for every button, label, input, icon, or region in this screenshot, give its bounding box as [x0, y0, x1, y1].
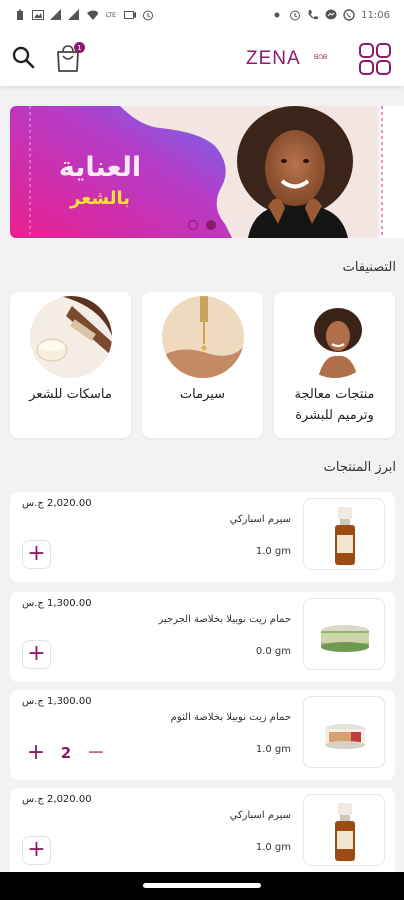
- product-price: 1,300.00 ج.س: [22, 696, 92, 707]
- category-card-skin[interactable]: منتجات معالجة وترميم للبشرة: [274, 292, 395, 438]
- battery-icon: [14, 9, 26, 21]
- product-card[interactable]: 2,020.00 ج.س سيرم اسباركي 1.0 gm +: [10, 492, 395, 582]
- phone-icon: [307, 9, 319, 21]
- status-time: 11:06: [361, 9, 390, 21]
- signal-icon: [50, 9, 62, 21]
- product-card[interactable]: 2,020.00 ج.س سيرم اسباركي 1.0 gm +: [10, 788, 395, 878]
- messenger-icon: [325, 9, 337, 21]
- add-to-cart-button[interactable]: +: [22, 540, 51, 569]
- categories-title: التصنيفات: [342, 260, 396, 275]
- cart-button[interactable]: 1: [54, 42, 85, 74]
- status-left-icons: LTE: [14, 9, 154, 21]
- product-weight: 0.0 gm: [255, 646, 291, 657]
- grid-menu-icon: [359, 43, 391, 75]
- product-name: سيرم اسباركي: [229, 514, 291, 525]
- product-image: [303, 696, 385, 768]
- add-to-cart-button[interactable]: +: [22, 836, 51, 865]
- carousel-dot[interactable]: [188, 220, 198, 230]
- category-card-hair-masks[interactable]: ماسكات للشعر: [10, 292, 131, 438]
- products-title: ابرز المنتجات: [323, 460, 396, 475]
- status-right-icons: 11:06: [271, 9, 390, 21]
- video-icon: [124, 9, 136, 21]
- product-card[interactable]: 1,300.00 ج.س حمام زيت نوبيلا بخلاصة الجر…: [10, 592, 395, 682]
- search-icon: [12, 46, 35, 69]
- cart-badge: 1: [74, 42, 85, 53]
- brand-logo-mark: ᗺᕬᗺ: [314, 54, 328, 61]
- category-label: منتجات معالجة وترميم للبشرة: [294, 387, 375, 423]
- status-bar: LTE 11:06: [0, 0, 404, 30]
- category-image: [30, 296, 112, 378]
- alarm-icon: [142, 9, 154, 21]
- system-nav-bar: [0, 872, 404, 900]
- banner-title: العناية: [58, 152, 142, 183]
- decrease-quantity-button[interactable]: −: [86, 740, 106, 765]
- product-name: حمام زيت نوبيلا بخلاصة الثوم: [170, 712, 291, 723]
- product-price: 1,300.00 ج.س: [22, 598, 92, 609]
- quantity-stepper: + 2 −: [26, 738, 106, 767]
- search-button[interactable]: [10, 44, 38, 72]
- wifi-icon: [86, 9, 98, 21]
- category-label: سيرمات: [179, 387, 226, 402]
- product-price: 2,020.00 ج.س: [22, 498, 92, 509]
- whatsapp-icon: [343, 9, 355, 21]
- product-image: [303, 498, 385, 570]
- alarm-clock-icon: [289, 9, 301, 21]
- home-gesture-handle[interactable]: [143, 883, 261, 888]
- product-name: سيرم اسباركي: [229, 810, 291, 821]
- product-card[interactable]: 1,300.00 ج.س حمام زيت نوبيلا بخلاصة الثو…: [10, 690, 395, 780]
- menu-button[interactable]: [358, 42, 392, 76]
- product-weight: 1.0 gm: [255, 842, 291, 853]
- category-image: [162, 296, 244, 378]
- app-bar: 1 ZENA ᗺᕬᗺ: [0, 30, 404, 86]
- category-image: [294, 296, 376, 378]
- product-image: [303, 598, 385, 670]
- quantity-value: 2: [60, 743, 72, 762]
- product-weight: 1.0 gm: [255, 744, 291, 755]
- category-card-serums[interactable]: سيرمات: [142, 292, 263, 438]
- lte-icon: LTE: [106, 11, 116, 19]
- banner-subtitle: بالشعر: [70, 188, 130, 209]
- gallery-icon: [32, 9, 44, 21]
- dot-icon: [271, 9, 283, 21]
- product-name: حمام زيت نوبيلا بخلاصة الجرجير: [158, 614, 291, 625]
- product-image: [303, 794, 385, 866]
- add-to-cart-button[interactable]: +: [22, 640, 51, 669]
- next-banner-peek: [380, 106, 404, 238]
- signal-icon-2: [68, 9, 80, 21]
- increase-quantity-button[interactable]: +: [26, 740, 46, 765]
- product-price: 2,020.00 ج.س: [22, 794, 92, 805]
- carousel-dot-active[interactable]: [206, 220, 216, 230]
- category-label: ماسكات للشعر: [29, 387, 112, 402]
- brand-logo-text: ZENA: [246, 48, 301, 69]
- product-weight: 1.0 gm: [255, 546, 291, 557]
